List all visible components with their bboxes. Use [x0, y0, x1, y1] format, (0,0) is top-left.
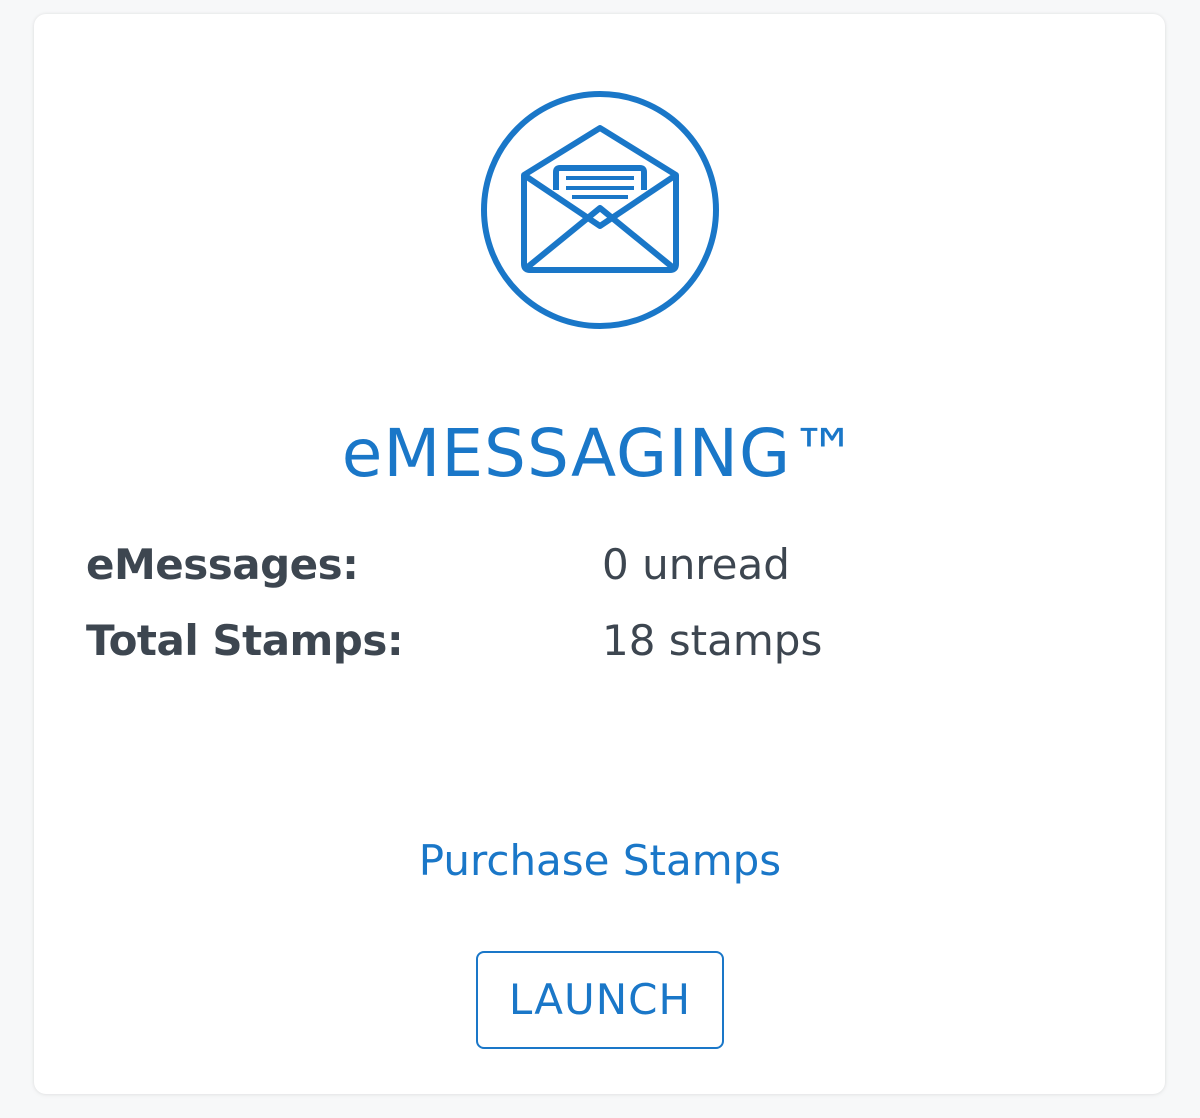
- open-envelope-icon: [480, 90, 720, 330]
- emessages-label: eMessages:: [86, 540, 359, 589]
- purchase-stamps-link[interactable]: Purchase Stamps: [0, 833, 1200, 889]
- card-title: eMESSAGING™: [341, 415, 859, 492]
- total-stamps-value: 18 stamps: [602, 616, 823, 665]
- emessages-value: 0 unread: [602, 540, 790, 589]
- total-stamps-label: Total Stamps:: [86, 616, 404, 665]
- launch-button[interactable]: LAUNCH: [476, 951, 724, 1049]
